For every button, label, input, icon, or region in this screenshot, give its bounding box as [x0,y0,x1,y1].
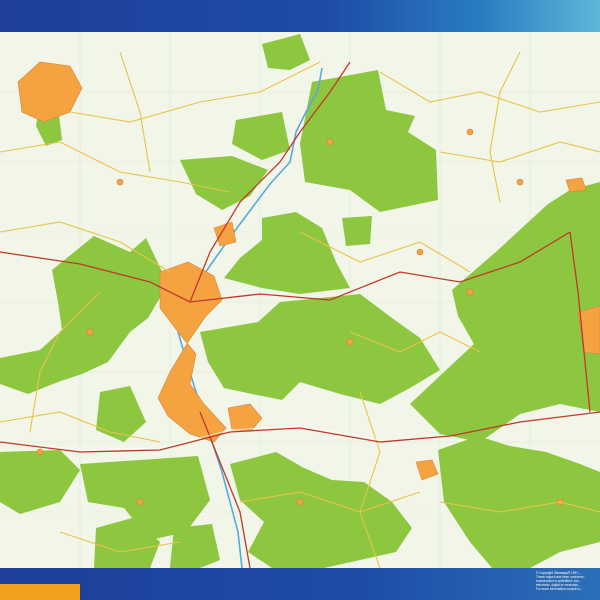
forest-bottom-center [170,524,220,568]
forest-south-center [230,452,412,568]
town-north-east [565,177,587,193]
forest-west [0,236,168,394]
forest-west-lower [96,386,146,442]
village-12 [36,448,44,456]
forest-areas [0,34,600,568]
forest-north-east [300,70,438,212]
map-poster: © Copyright Ottomapp® 1997-... These map… [0,0,600,600]
village-7 [516,178,524,186]
town-south [415,459,439,481]
forest-center [224,212,350,294]
town-north-west [17,61,83,123]
forest-center-south [200,294,440,404]
forest-center-north [232,112,290,160]
village-9 [136,498,144,506]
village-10 [296,498,304,506]
village-4 [326,138,334,146]
forest-upper-left [180,156,268,210]
forest-north [262,34,310,70]
forest-south-west [0,450,80,514]
village-3 [466,288,474,296]
town-center-east [227,403,263,431]
orange-tab [0,584,80,600]
village-2 [346,338,354,346]
bottom-banner [0,568,600,600]
village-6 [466,128,474,136]
map-area[interactable] [0,32,600,568]
copyright-notice: © Copyright Ottomapp® 1997-... These map… [536,571,596,591]
top-banner [0,0,600,32]
forest-east-main [410,182,600,442]
map-canvas[interactable] [0,32,600,568]
forest-center-small [342,216,372,246]
copyright-line: For more information consult w... [536,587,583,591]
town-upper-center [213,221,237,247]
village-8 [416,248,424,256]
forest-south-east [438,436,600,568]
village-5 [86,328,94,336]
village-1 [116,178,124,186]
